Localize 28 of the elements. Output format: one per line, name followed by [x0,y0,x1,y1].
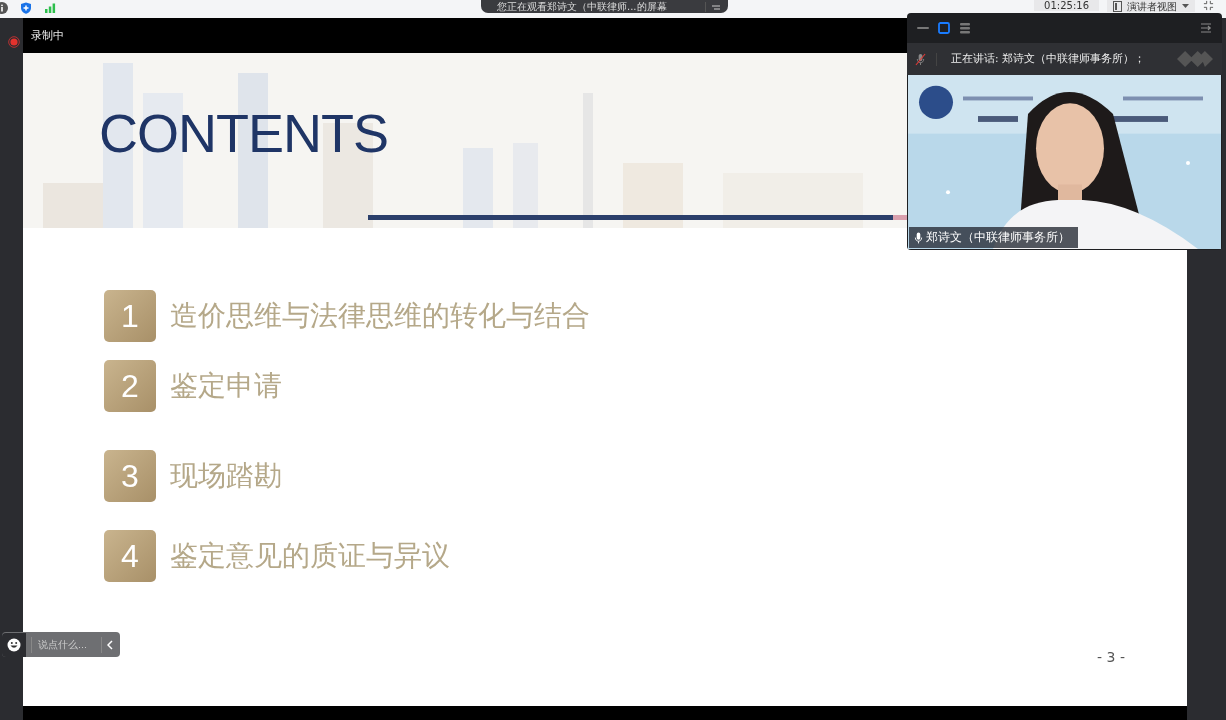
shield-icon[interactable] [20,2,32,14]
page-number: - 3 - [1097,649,1125,665]
menu-icon[interactable] [705,1,722,12]
fullscreen-icon[interactable] [1203,0,1214,11]
chat-input[interactable]: 说点什么... [31,636,102,653]
contents-item: 造价思维与法律思维的转化与结合 [170,298,590,334]
recording-icon [8,36,20,48]
contents-item: 现场踏勘 [170,458,282,494]
contents-item: 鉴定意见的质证与异议 [170,538,450,574]
share-banner-text: 您正在观看郑诗文（中联律师...的屏幕 [497,0,667,13]
meeting-timer: 01:25:16 [1034,0,1099,11]
document-icon [1113,0,1122,12]
number-tile: 4 [104,530,156,582]
list-view-icon[interactable] [959,22,971,34]
number-tile: 3 [104,450,156,502]
caret-icon [1182,3,1189,9]
contents-item: 鉴定申请 [170,368,282,404]
view-menu[interactable]: 演讲者视图 [1107,0,1195,12]
mic-icon [914,231,923,244]
collapse-icon[interactable] [1200,22,1212,34]
signal-icon[interactable] [44,2,56,14]
number-tile: 1 [104,290,156,342]
single-view-icon[interactable] [938,22,950,34]
collapse-chevron-icon[interactable] [107,639,113,650]
participant-name: 郑诗文（中联律师事务所） [926,229,1070,246]
diamond-logo-icon [1176,50,1214,68]
recording-label: 录制中 [31,28,64,43]
number-tile: 2 [104,360,156,412]
